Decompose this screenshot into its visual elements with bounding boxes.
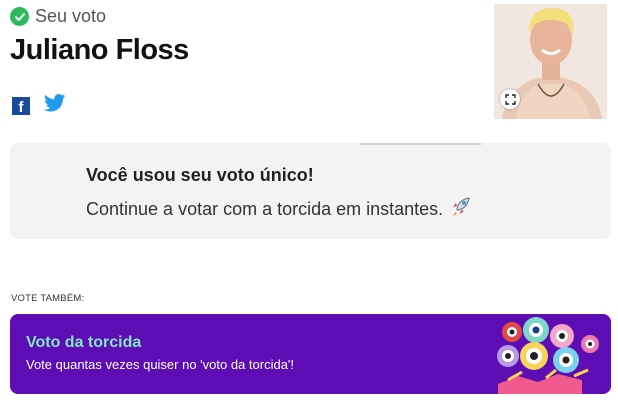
crowd-vote-banner[interactable]: Voto da torcida Vote quantas vezes quise… [10, 314, 611, 394]
rocket-icon [449, 196, 471, 223]
notice-text: Continue a votar com a torcida em instan… [86, 199, 444, 219]
expand-icon[interactable] [500, 89, 520, 109]
check-circle-icon [10, 7, 29, 26]
vote-notice: Você usou seu voto único! Continue a vot… [10, 143, 611, 239]
facebook-icon[interactable]: f [12, 96, 30, 116]
section-label: VOTE TAMBÉM: [11, 293, 85, 304]
banner-text: Vote quantas vezes quiser no 'voto da to… [26, 357, 295, 372]
twitter-icon[interactable] [43, 94, 66, 117]
notice-divider [360, 143, 481, 145]
notice-title: Você usou seu voto único! [86, 165, 314, 185]
candidate-name: Juliano Floss [10, 34, 189, 66]
eye-characters-illustration [497, 317, 599, 394]
vote-status: Seu voto [10, 6, 106, 27]
banner-title: Voto da torcida [26, 334, 142, 351]
notice-text-row: Continue a votar com a torcida em instan… [86, 196, 471, 223]
facebook-letter: f [18, 98, 24, 116]
vote-status-label: Seu voto [35, 6, 107, 26]
social-share: f [12, 94, 66, 117]
